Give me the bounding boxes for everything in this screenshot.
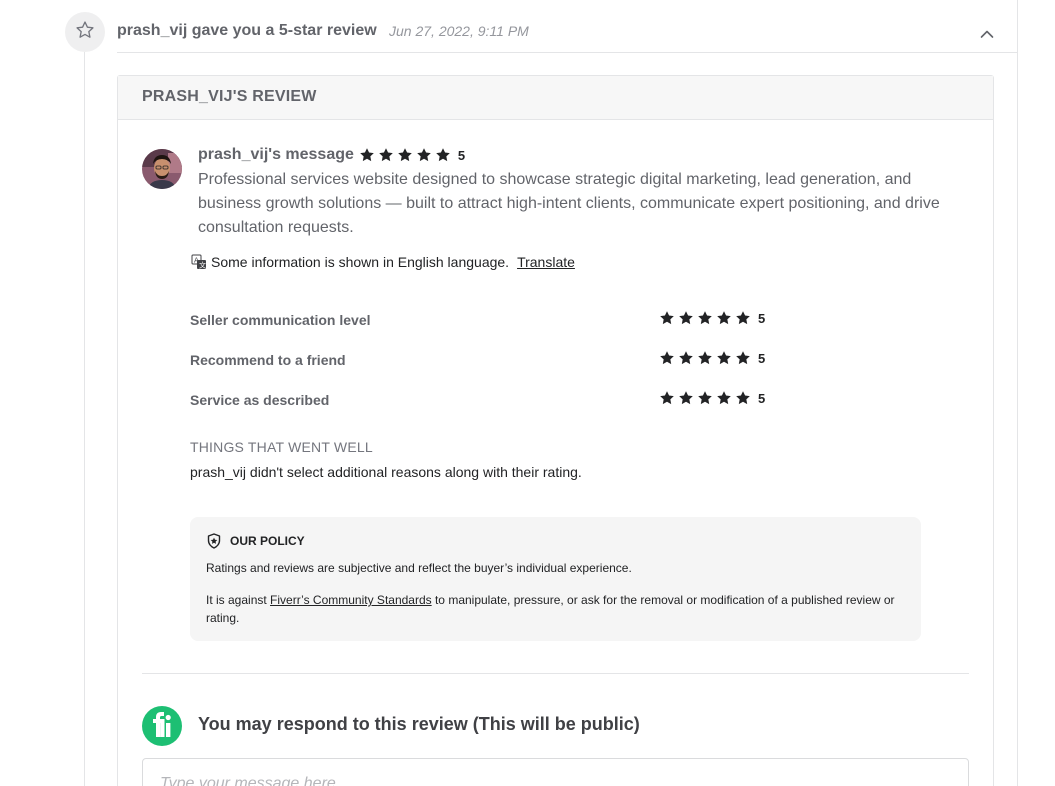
star-filled-icon — [716, 350, 732, 366]
went-well-heading: THINGS THAT WENT WELL — [190, 439, 373, 455]
review-card-header: PRASH_VIJ'S REVIEW — [118, 76, 993, 120]
right-panel-border — [1017, 0, 1018, 786]
star-filled-icon — [416, 147, 432, 163]
star-filled-icon — [659, 310, 675, 326]
sub-rating-label: Service as described — [190, 392, 330, 408]
star-filled-icon — [397, 147, 413, 163]
sub-rating-stars: 5 — [659, 390, 765, 406]
svg-text:文: 文 — [199, 261, 206, 270]
star-filled-icon — [697, 350, 713, 366]
star-filled-icon — [659, 350, 675, 366]
chevron-up-icon — [980, 26, 994, 44]
sub-rating-value: 5 — [758, 350, 766, 366]
translate-link[interactable]: Translate — [517, 254, 575, 270]
sub-rating-value: 5 — [758, 390, 766, 406]
sub-rating-label: Recommend to a friend — [190, 352, 346, 368]
respond-divider — [142, 673, 969, 674]
policy-text-before: It is against — [206, 593, 271, 607]
star-filled-icon — [716, 310, 732, 326]
collapse-button[interactable] — [976, 24, 998, 46]
policy-text-standards: It is against Fiverr’s Community Standar… — [206, 591, 906, 627]
event-date: Jun 27, 2022, 9:11 PM — [389, 23, 529, 39]
overall-rating-value: 5 — [457, 147, 466, 163]
star-filled-icon — [716, 390, 732, 406]
star-filled-icon — [697, 390, 713, 406]
went-well-text: prash_vij didn't select additional reaso… — [190, 464, 582, 480]
review-message-text: Professional services website designed t… — [198, 171, 940, 236]
fiverr-logo — [142, 706, 182, 746]
sub-rating-value: 5 — [758, 310, 766, 326]
sub-rating-stars: 5 — [659, 310, 765, 326]
star-filled-icon — [735, 350, 751, 366]
sub-rating-row: Recommend to a friend 5 — [190, 350, 770, 370]
respond-title: You may respond to this review (This wil… — [198, 714, 640, 734]
reviewer-message-title: prash_vij's message — [198, 146, 354, 163]
review-card-title: PRASH_VIJ'S REVIEW — [142, 88, 317, 105]
sub-rating-row: Seller communication level 5 — [190, 310, 770, 330]
reviewer-message-header: prash_vij's message 5 — [198, 146, 465, 164]
star-filled-icon — [678, 350, 694, 366]
response-textarea[interactable] — [142, 758, 969, 786]
overall-rating-stars — [359, 147, 454, 163]
community-standards-link[interactable]: Fiverr’s Community Standards — [270, 593, 432, 607]
star-filled-icon — [697, 310, 713, 326]
star-filled-icon — [678, 310, 694, 326]
translate-notice: A 文 Some information is shown in English… — [191, 254, 575, 270]
star-filled-icon — [378, 147, 394, 163]
sub-rating-stars: 5 — [659, 350, 765, 366]
star-filled-icon — [659, 390, 675, 406]
reviewer-avatar[interactable] — [142, 149, 182, 189]
policy-heading: OUR POLICY — [206, 533, 305, 549]
star-filled-icon — [735, 310, 751, 326]
sub-rating-label: Seller communication level — [190, 312, 371, 328]
shield-star-icon — [206, 533, 222, 549]
star-filled-icon — [735, 390, 751, 406]
timeline-line — [84, 52, 85, 786]
star-filled-icon — [435, 147, 451, 163]
policy-box: OUR POLICY Ratings and reviews are subje… — [190, 517, 921, 641]
star-outline-icon — [75, 20, 95, 45]
header-divider — [117, 52, 1017, 53]
policy-text-ratings: Ratings and reviews are subjective and r… — [206, 561, 632, 575]
review-event-badge — [65, 12, 105, 52]
translate-icon: A 文 — [191, 254, 207, 270]
sub-rating-row: Service as described 5 — [190, 390, 770, 410]
star-filled-icon — [678, 390, 694, 406]
event-title: prash_vij gave you a 5-star review — [117, 22, 377, 39]
policy-title: OUR POLICY — [230, 534, 305, 548]
translate-notice-text: Some information is shown in English lan… — [211, 254, 510, 270]
star-filled-icon — [359, 147, 375, 163]
